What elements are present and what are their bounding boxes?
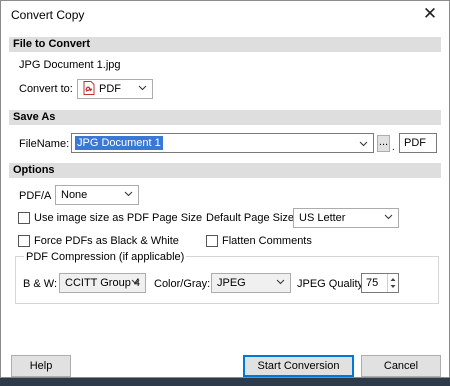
save-as-header: Save As bbox=[9, 110, 441, 125]
start-conversion-button[interactable]: Start Conversion bbox=[243, 355, 354, 377]
color-gray-label: Color/Gray: bbox=[154, 278, 211, 290]
default-page-size-value: US Letter bbox=[299, 212, 346, 224]
options-header: Options bbox=[9, 163, 441, 178]
filename-label: FileName: bbox=[19, 138, 70, 150]
use-image-size-label: Use image size as PDF Page Size bbox=[34, 212, 203, 224]
force-bw-label: Force PDFs as Black & White bbox=[34, 235, 179, 247]
close-icon[interactable]: ✕ bbox=[419, 4, 441, 26]
title-bar: Convert Copy ✕ bbox=[1, 1, 449, 29]
convert-to-label: Convert to: bbox=[19, 83, 73, 95]
pdfa-label: PDF/A bbox=[19, 190, 52, 202]
bw-compression-dropdown[interactable]: CCITT Group 4 bbox=[59, 273, 146, 293]
extension-separator: . bbox=[392, 142, 395, 153]
color-gray-value: JPEG bbox=[217, 277, 246, 289]
bw-label: B & W: bbox=[23, 278, 58, 290]
color-gray-dropdown[interactable]: JPEG bbox=[211, 273, 291, 293]
window-title: Convert Copy bbox=[11, 8, 85, 22]
default-page-size-dropdown[interactable]: US Letter bbox=[293, 208, 399, 228]
extension-field[interactable]: PDF bbox=[399, 133, 437, 153]
background-window-strip bbox=[0, 378, 450, 386]
filename-value: JPG Document 1 bbox=[75, 136, 163, 150]
cancel-button[interactable]: Cancel bbox=[361, 355, 441, 377]
bw-compression-value: CCITT Group 4 bbox=[65, 277, 140, 289]
flatten-comments-checkbox[interactable] bbox=[206, 235, 218, 247]
file-to-convert-header: File to Convert bbox=[9, 37, 441, 52]
force-bw-checkbox[interactable] bbox=[18, 235, 30, 247]
spin-arrows-icon bbox=[390, 278, 396, 288]
pdfa-dropdown[interactable]: None bbox=[55, 185, 139, 205]
chevron-down-icon bbox=[131, 279, 140, 285]
chevron-down-icon bbox=[138, 85, 147, 91]
use-image-size-checkbox[interactable] bbox=[18, 212, 30, 224]
browse-button[interactable]: ... bbox=[377, 135, 390, 152]
jpeg-quality-label: JPEG Quality: bbox=[297, 278, 367, 290]
default-page-size-label: Default Page Size: bbox=[206, 212, 298, 224]
filename-combobox[interactable]: JPG Document 1 bbox=[71, 133, 374, 153]
pdf-file-icon bbox=[83, 81, 95, 95]
flatten-comments-label: Flatten Comments bbox=[222, 235, 312, 247]
jpeg-quality-value: 75 bbox=[366, 277, 379, 289]
chevron-down-icon bbox=[359, 141, 368, 147]
convert-to-dropdown[interactable]: PDF bbox=[77, 79, 153, 99]
pdf-compression-label: PDF Compression (if applicable) bbox=[24, 250, 187, 264]
source-filename: JPG Document 1.jpg bbox=[19, 59, 121, 71]
chevron-down-icon bbox=[384, 214, 393, 220]
convert-copy-dialog: Convert Copy ✕ File to Convert JPG Docum… bbox=[0, 0, 450, 378]
help-button[interactable]: Help bbox=[11, 355, 71, 377]
spinner-arrows[interactable] bbox=[387, 274, 398, 292]
pdfa-value: None bbox=[61, 189, 88, 201]
convert-to-value: PDF bbox=[99, 83, 121, 95]
chevron-down-icon bbox=[276, 279, 285, 285]
jpeg-quality-spinner[interactable]: 75 bbox=[361, 273, 399, 293]
chevron-down-icon bbox=[124, 191, 133, 197]
